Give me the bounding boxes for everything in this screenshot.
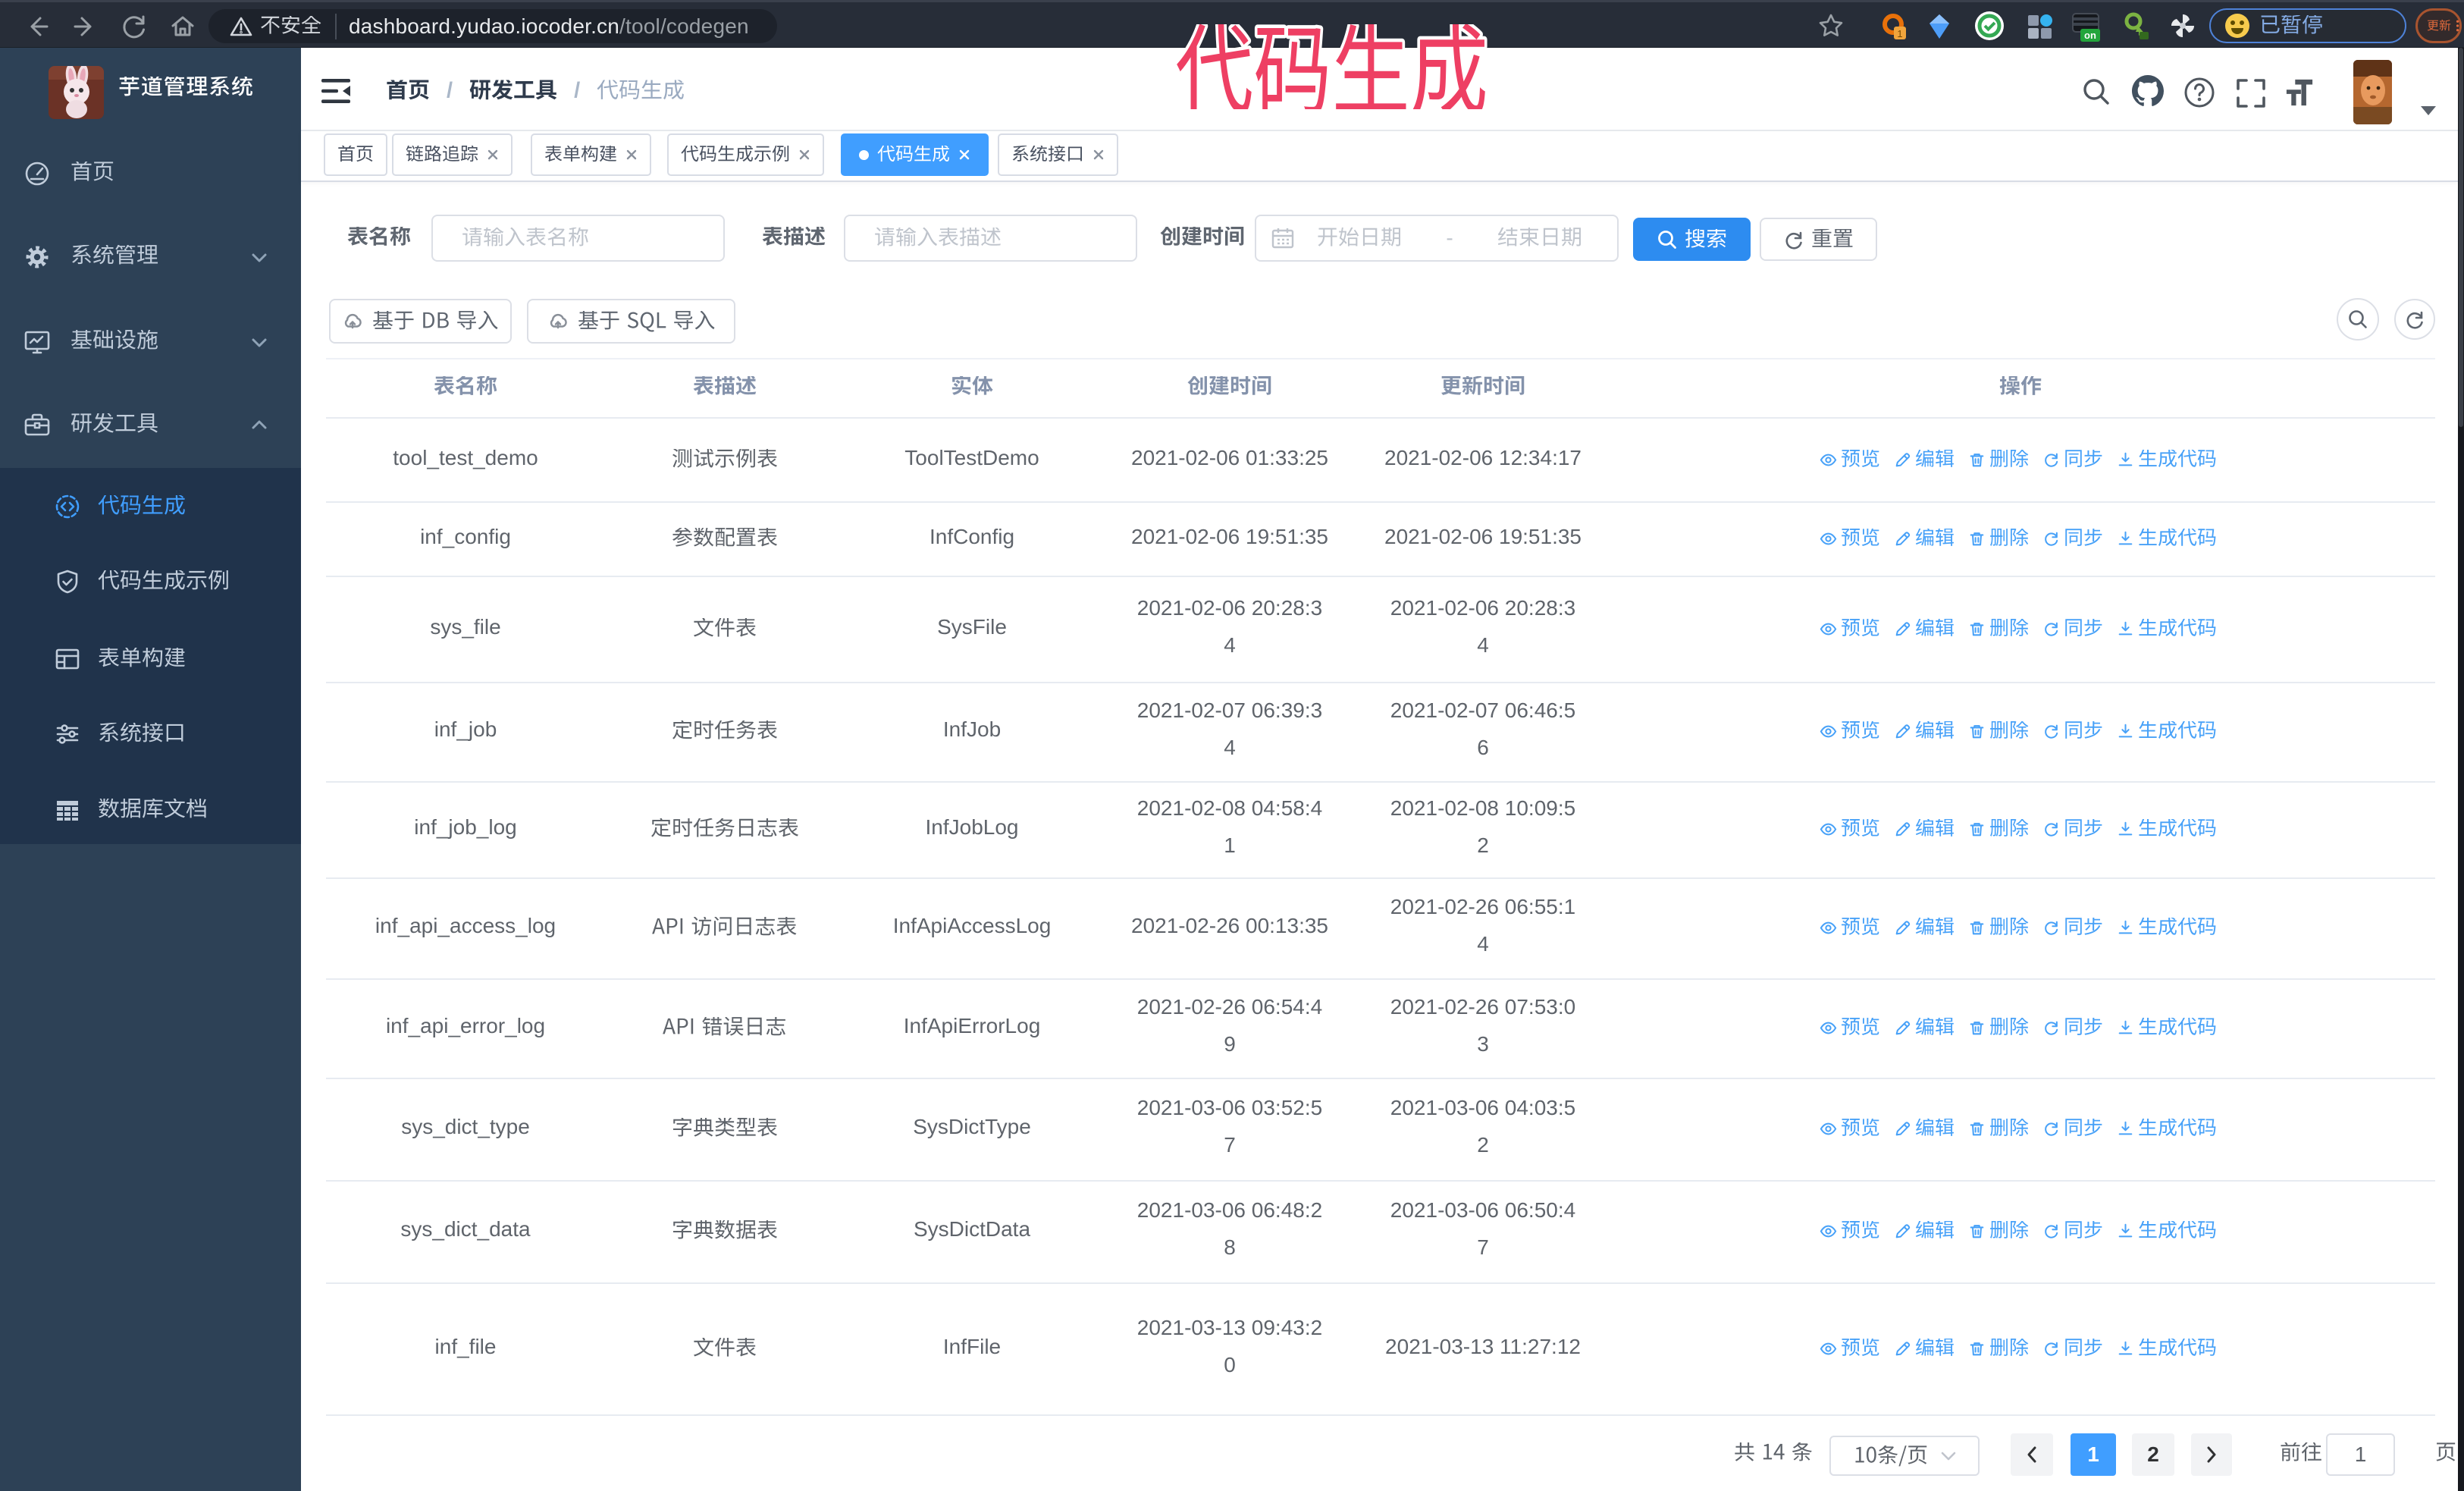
svg-text:on: on: [2084, 30, 2096, 41]
svg-text:1: 1: [1897, 28, 1902, 39]
